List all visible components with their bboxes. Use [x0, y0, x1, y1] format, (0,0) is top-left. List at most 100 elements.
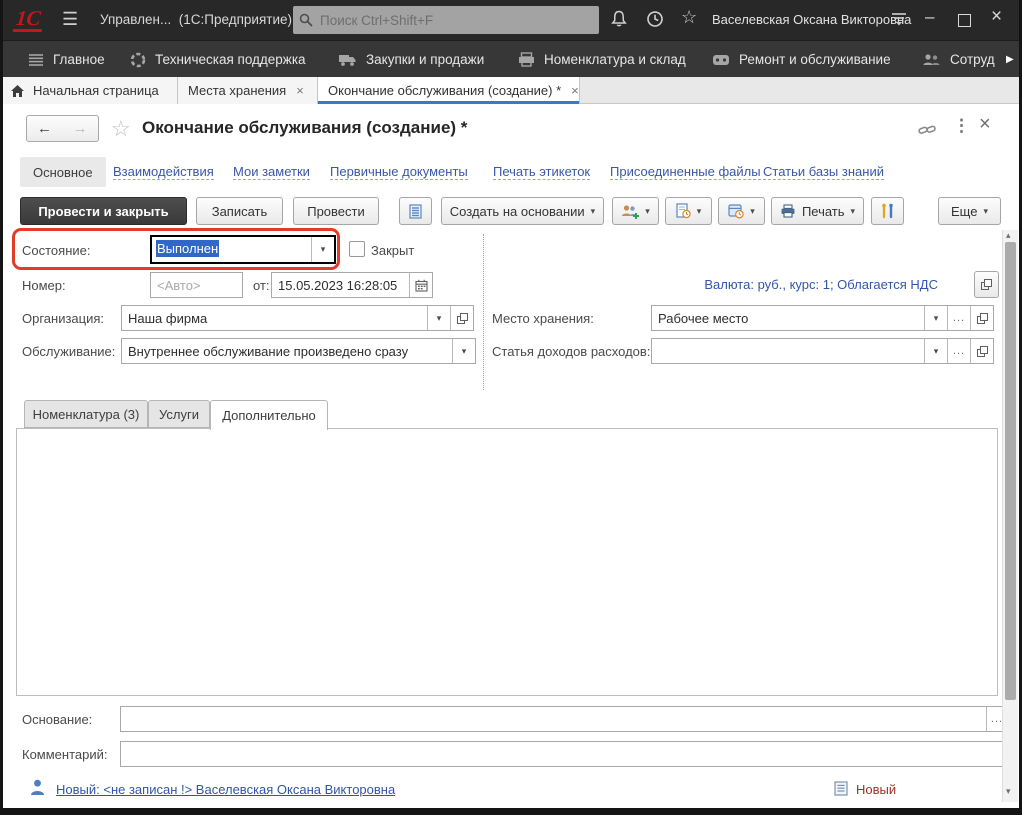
storage-value[interactable]: Рабочее место [652, 306, 924, 330]
printer-icon [780, 204, 796, 218]
menu-item-employees[interactable]: Сотруд [922, 41, 995, 78]
document-clock-icon [676, 203, 691, 219]
menu-item-main[interactable]: Главное [28, 41, 105, 78]
expense-item-value[interactable] [652, 339, 924, 363]
more-button[interactable]: Еще▾ [938, 197, 1001, 225]
dropdown-arrow-icon[interactable]: ▾ [924, 339, 947, 363]
assign-performer-button[interactable]: ▾ [612, 197, 659, 225]
service-value[interactable]: Внутреннее обслуживание произведено сраз… [122, 339, 452, 363]
state-combobox[interactable]: Выполнен ▾ [150, 235, 336, 264]
scrollbar-thumb[interactable] [1005, 242, 1016, 700]
menu-item-tech-support[interactable]: Техническая поддержка [130, 41, 306, 78]
comment-value[interactable] [121, 742, 1007, 766]
dropdown-arrow-icon[interactable]: ▾ [452, 339, 475, 363]
change-form-settings-button[interactable] [871, 197, 904, 225]
create-based-on-button[interactable]: Создать на основании▾ [441, 197, 604, 225]
get-link-icon[interactable] [918, 122, 936, 138]
form-close-icon[interactable]: × [979, 113, 991, 136]
date-value[interactable]: 15.05.2023 16:28:05 [272, 273, 409, 297]
nav-link-knowledge-base[interactable]: Статьи базы знаний [763, 164, 884, 180]
form-title: Окончание обслуживания (создание) * [142, 118, 467, 138]
nav-link-my-notes[interactable]: Мои заметки [233, 164, 310, 180]
nav-forward-button[interactable]: → [62, 115, 99, 142]
more-actions-kebab-icon[interactable]: ⋮ [953, 116, 970, 136]
maximize-button[interactable] [958, 14, 971, 27]
connection-quality-icon[interactable] [890, 12, 908, 27]
comment-input[interactable] [120, 741, 1008, 767]
search-input[interactable] [318, 12, 593, 29]
tab-nomenclature[interactable]: Номенклатура (3) [24, 400, 148, 428]
notifications-bell-icon[interactable] [609, 9, 629, 29]
currency-settings-link[interactable]: Валюта: руб., курс: 1; Облагается НДС [600, 277, 938, 292]
currency-open-button[interactable] [974, 271, 999, 298]
current-user[interactable]: Васелевская Оксана Викторовна [712, 12, 911, 27]
expense-item-combobox[interactable]: ▾ ... [651, 338, 994, 364]
storage-combobox[interactable]: Рабочее место ▾ ... [651, 305, 994, 331]
dropdown-arrow-icon[interactable]: ▾ [924, 306, 947, 330]
expense-item-choose-button[interactable]: ... [947, 339, 970, 363]
storage-choose-button[interactable]: ... [947, 306, 970, 330]
document-status-link[interactable]: Новый: <не записан !> Васелевская Оксана… [56, 782, 395, 797]
global-search[interactable] [293, 6, 599, 34]
storage-open-button[interactable] [970, 306, 993, 330]
scroll-down-icon[interactable]: ▾ [1006, 786, 1011, 797]
tab-service-completion[interactable]: Окончание обслуживания (создание) * × [318, 77, 580, 104]
minimize-button[interactable]: – [925, 6, 934, 28]
menu-overflow-arrow-icon[interactable]: ▶ [1006, 54, 1014, 65]
tab-home[interactable]: Начальная страница [0, 77, 178, 104]
basis-value[interactable] [121, 707, 986, 731]
nav-back-button[interactable]: ← [26, 115, 63, 142]
post-and-close-button[interactable]: Провести и закрыть [20, 197, 187, 225]
open-windows-tab-strip: Начальная страница Места хранения × Окон… [0, 77, 1022, 104]
table-clock-icon [728, 203, 744, 219]
state-value-selected[interactable]: Выполнен [156, 240, 219, 257]
dropdown-arrow-icon[interactable]: ▾ [427, 306, 450, 330]
show-movements-button[interactable] [399, 197, 432, 225]
tab-label: Услуги [159, 407, 199, 422]
nav-tab-main[interactable]: Основное [20, 157, 106, 187]
nav-link-label-printing[interactable]: Печать этикеток [493, 164, 590, 180]
open-in-form-icon [981, 279, 992, 290]
tab-services[interactable]: Услуги [148, 400, 210, 428]
window-border-left [0, 0, 3, 815]
menu-item-purchases-sales[interactable]: Закупки и продажи [338, 41, 484, 78]
nav-link-primary-documents[interactable]: Первичные документы [330, 164, 468, 180]
write-button[interactable]: Записать [196, 197, 283, 225]
dropdown-arrow-icon[interactable]: ▾ [311, 237, 334, 262]
dropdown-arrow-icon: ▾ [697, 206, 702, 217]
button-label: Записать [212, 204, 268, 219]
open-in-form-icon [977, 313, 988, 324]
expense-item-open-button[interactable] [970, 339, 993, 363]
favorite-star-icon[interactable]: ☆ [111, 116, 131, 142]
tab-storage-places[interactable]: Места хранения × [178, 77, 318, 104]
date-input[interactable]: 15.05.2023 16:28:05 [271, 272, 433, 298]
number-input[interactable]: <Авто> [150, 272, 243, 298]
tab-close-icon[interactable]: × [296, 83, 304, 98]
menu-item-repair-service[interactable]: Ремонт и обслуживание [712, 41, 891, 78]
closed-checkbox[interactable] [349, 241, 365, 257]
basis-input[interactable]: ... [120, 706, 1008, 732]
tab-additional[interactable]: Дополнительно [210, 400, 328, 430]
post-button[interactable]: Провести [293, 197, 379, 225]
history-icon[interactable] [645, 9, 665, 29]
scroll-up-icon[interactable]: ▴ [1006, 230, 1011, 241]
calendar-icon[interactable] [409, 273, 432, 297]
tab-label: Места хранения [188, 83, 286, 98]
nav-link-interactions[interactable]: Взаимодействия [113, 164, 214, 180]
print-button[interactable]: Печать ▾ [771, 197, 864, 225]
organization-open-button[interactable] [450, 306, 473, 330]
menu-item-nomenclature-warehouse[interactable]: Номенклатура и склад [518, 41, 686, 78]
organization-value[interactable]: Наша фирма [122, 306, 427, 330]
service-combobox[interactable]: Внутреннее обслуживание произведено сраз… [121, 338, 476, 364]
tab-close-icon[interactable]: × [571, 83, 579, 98]
service-label: Обслуживание: [22, 344, 115, 359]
create-reminder-button[interactable]: ▾ [665, 197, 712, 225]
button-label: Создать на основании [450, 204, 585, 219]
tab-label: Окончание обслуживания (создание) * [328, 83, 561, 98]
main-menu-icon[interactable]: ☰ [62, 9, 78, 30]
nav-link-attached-files[interactable]: Присоединенные файлы [610, 164, 761, 180]
organization-combobox[interactable]: Наша фирма ▾ [121, 305, 474, 331]
scheduled-task-button[interactable]: ▾ [718, 197, 765, 225]
favorites-star-icon[interactable]: ☆ [681, 7, 697, 28]
window-close-button[interactable]: × [991, 6, 1002, 28]
